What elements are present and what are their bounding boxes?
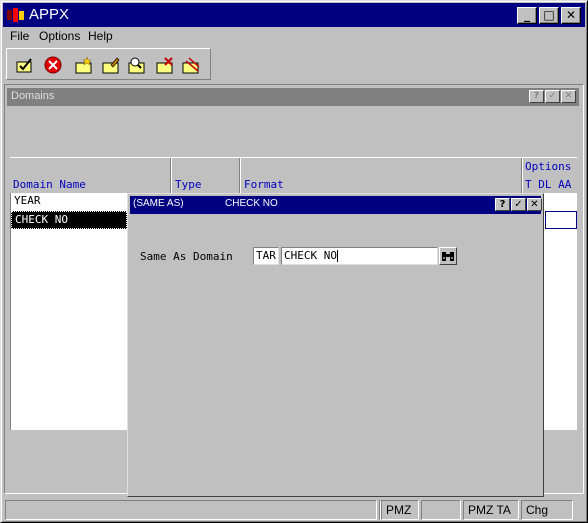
- grid-header: Domain Name Type Format Options T DL AA: [10, 157, 577, 194]
- menu-file[interactable]: File: [10, 29, 29, 43]
- column-divider: [240, 158, 241, 194]
- domains-window-titlebar[interactable]: Domains ? ✓ ✕: [7, 88, 579, 106]
- edit-folder-icon[interactable]: [101, 55, 121, 75]
- domain-name-value: CHECK NO: [284, 249, 337, 262]
- column-divider: [522, 158, 523, 194]
- delete-folder-icon[interactable]: [155, 55, 175, 75]
- status-panel-empty: [421, 500, 461, 520]
- same-as-dialog: (SAME AS) CHECK NO ? ✓ ✕ Same As Domain …: [127, 193, 544, 497]
- domains-close-button[interactable]: ✕: [561, 90, 576, 103]
- toolbar: [6, 48, 211, 80]
- check-icon: ✓: [514, 199, 523, 210]
- dialog-close-button[interactable]: ✕: [527, 198, 542, 211]
- text-cursor: [336, 250, 338, 262]
- status-panel-pmz-ta: PMZ TA: [463, 500, 519, 520]
- column-header-format: Format: [244, 178, 284, 191]
- close-button[interactable]: ✕: [561, 7, 581, 24]
- dialog-titlebar[interactable]: (SAME AS) CHECK NO ? ✓ ✕: [130, 196, 542, 214]
- dialog-help-button[interactable]: ?: [495, 198, 510, 211]
- status-bar: PMZ PMZ TA Chg: [3, 500, 585, 520]
- minimize-icon: _: [524, 8, 530, 22]
- window-title: APPX: [29, 6, 70, 23]
- binoculars-icon: [442, 252, 454, 261]
- lookup-button[interactable]: [439, 247, 457, 265]
- menu-bar: File Options Help: [3, 28, 585, 46]
- domain-name: CHECK NO: [15, 213, 68, 226]
- domains-window-title: Domains: [11, 90, 55, 102]
- column-header-options: Options: [525, 160, 572, 173]
- dialog-title-right: CHECK NO: [225, 198, 278, 209]
- domain-name: YEAR: [14, 194, 41, 207]
- menu-options[interactable]: Options: [39, 29, 80, 43]
- check-folder-icon[interactable]: [15, 55, 35, 75]
- status-panel-message: [5, 500, 377, 520]
- close-icon: ✕: [530, 199, 539, 210]
- domain-list: YEAR CHECK NO: [10, 193, 128, 430]
- maximize-button[interactable]: □: [539, 7, 559, 24]
- help-icon: ?: [533, 91, 540, 101]
- new-folder-icon[interactable]: [74, 55, 94, 75]
- clear-folder-icon[interactable]: [181, 55, 201, 75]
- maximize-icon: □: [543, 8, 555, 22]
- application-id-field[interactable]: TAR: [253, 247, 279, 265]
- column-header-options-sub: T DL AA: [525, 178, 572, 191]
- column-header-domain-name: Domain Name: [13, 178, 86, 191]
- status-panel-chg: Chg: [521, 500, 573, 520]
- close-icon: ✕: [564, 91, 573, 101]
- close-icon: ✕: [565, 8, 577, 22]
- title-bar[interactable]: APPX _ □ ✕: [3, 3, 585, 27]
- list-item-selected[interactable]: CHECK NO: [11, 211, 127, 229]
- same-as-domain-label: Same As Domain: [140, 250, 233, 263]
- options-cell[interactable]: [545, 211, 577, 229]
- column-header-type: Type: [175, 178, 202, 191]
- cancel-icon[interactable]: [43, 55, 63, 75]
- minimize-button[interactable]: _: [517, 7, 537, 24]
- search-folder-icon[interactable]: [127, 55, 147, 75]
- dialog-title-left: (SAME AS): [133, 198, 184, 209]
- appx-logo-icon: [7, 8, 24, 22]
- column-divider: [171, 158, 172, 194]
- dialog-check-button[interactable]: ✓: [511, 198, 526, 211]
- list-item[interactable]: YEAR: [11, 193, 127, 211]
- menu-help[interactable]: Help: [88, 29, 113, 43]
- domains-check-button[interactable]: ✓: [545, 90, 560, 103]
- domains-help-button[interactable]: ?: [529, 90, 544, 103]
- status-panel-pmz: PMZ: [381, 500, 419, 520]
- check-icon: ✓: [548, 91, 557, 101]
- help-icon: ?: [499, 199, 506, 210]
- domain-name-field[interactable]: CHECK NO: [281, 247, 438, 265]
